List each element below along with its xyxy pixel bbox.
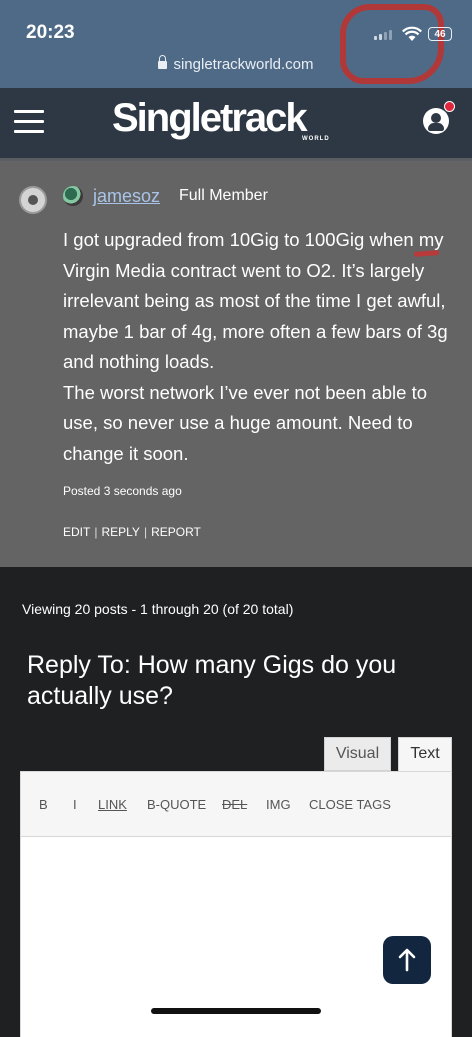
post-actions: EDIT | REPLY | REPORT (63, 525, 201, 539)
username-link[interactable]: jamesoz (93, 186, 160, 207)
pagination-info: Viewing 20 posts - 1 through 20 (of 20 t… (22, 601, 294, 617)
site-logo[interactable]: Singletrack (112, 96, 308, 141)
edit-link[interactable]: EDIT (63, 525, 90, 539)
post-body: I got upgraded from 10Gig to 100Gig when… (63, 225, 458, 469)
report-link[interactable]: REPORT (151, 525, 201, 539)
menu-icon[interactable] (14, 110, 44, 134)
scroll-to-top-button[interactable] (383, 936, 431, 984)
user-badge-icon (63, 186, 83, 206)
lock-icon (158, 55, 168, 69)
link-button[interactable]: LINK (98, 797, 127, 812)
battery-icon: 46 (428, 27, 452, 41)
arrow-up-icon (398, 948, 416, 972)
user-role: Full Member (179, 187, 268, 204)
editor-toolbar: B I LINK B-QUOTE DEL IMG CLOSE TAGS (20, 771, 452, 837)
reply-link[interactable]: REPLY (101, 525, 139, 539)
avatar[interactable] (19, 186, 47, 214)
close-tags-button[interactable]: CLOSE TAGS (309, 797, 391, 812)
signal-icon (374, 30, 392, 40)
site-header: Singletrack WORLD (0, 88, 472, 161)
wifi-icon (402, 26, 422, 41)
user-account-icon[interactable] (423, 108, 449, 134)
post-paragraph: I got upgraded from 10Gig to 100Gig when… (63, 229, 448, 372)
site-logo-sub: WORLD (302, 136, 330, 142)
status-bar: 20:23 46 singletrackworld.com (0, 0, 472, 88)
tab-text[interactable]: Text (398, 737, 452, 771)
italic-button[interactable]: I (73, 797, 77, 812)
img-button[interactable]: IMG (266, 797, 291, 812)
post-paragraph: The worst network I’ve ever not been abl… (63, 381, 428, 464)
forum-post: jamesoz Full Member I got upgraded from … (0, 161, 472, 567)
tab-visual[interactable]: Visual (324, 737, 391, 771)
blockquote-button[interactable]: B-QUOTE (147, 797, 206, 812)
del-button[interactable]: DEL (222, 797, 247, 812)
url-text: singletrackworld.com (173, 56, 314, 73)
post-timestamp: Posted 3 seconds ago (63, 484, 182, 498)
home-indicator (151, 1008, 321, 1014)
notification-dot (444, 101, 455, 112)
reply-title: Reply To: How many Gigs do you actually … (27, 651, 397, 710)
url-bar[interactable]: singletrackworld.com (0, 55, 472, 73)
bold-button[interactable]: B (39, 797, 48, 812)
status-time: 20:23 (26, 22, 75, 43)
